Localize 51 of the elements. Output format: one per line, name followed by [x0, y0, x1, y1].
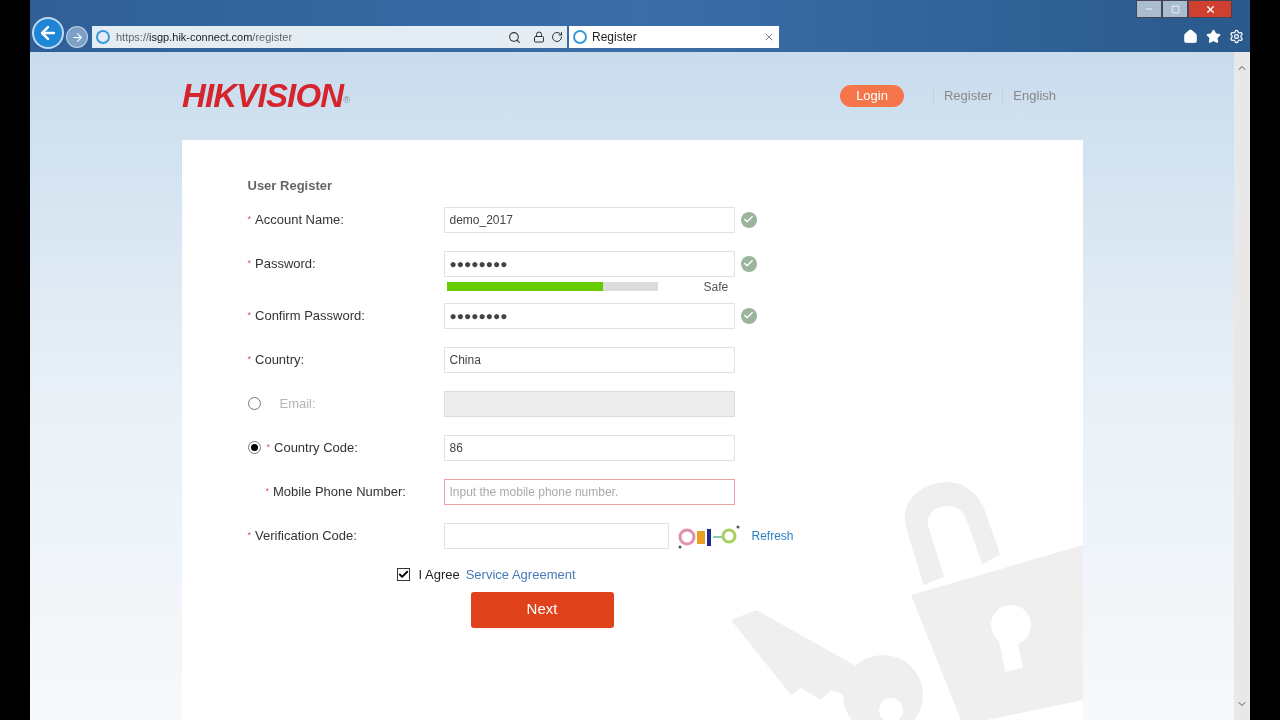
required-asterisk: * — [247, 352, 251, 366]
lock-icon — [533, 31, 545, 43]
required-asterisk: * — [247, 308, 251, 322]
form-title: User Register — [247, 177, 334, 195]
restore-icon — [1170, 4, 1180, 14]
forward-arrow-icon — [70, 30, 84, 44]
service-agreement-link[interactable]: Service Agreement — [465, 564, 576, 585]
required-asterisk: * — [247, 256, 251, 270]
home-icon[interactable] — [1183, 29, 1198, 44]
forward-button[interactable] — [66, 26, 88, 48]
favorites-icon[interactable] — [1206, 29, 1221, 44]
field-label: Mobile Phone Number: — [273, 482, 406, 501]
browser-icon — [573, 30, 587, 44]
required-asterisk: * — [266, 440, 270, 454]
input-field[interactable]: 86 — [443, 434, 735, 461]
search-icon[interactable] — [508, 30, 521, 44]
field-label: Password: — [255, 254, 316, 273]
input-field[interactable]: ●●●●●●●● — [443, 302, 735, 329]
input-field[interactable]: ●●●●●●●● — [443, 250, 735, 277]
close-icon — [1204, 3, 1216, 15]
close-button[interactable] — [1188, 0, 1232, 18]
agree-label: I Agree — [418, 565, 460, 584]
settings-icon[interactable] — [1229, 29, 1244, 44]
tab-title: Register — [592, 29, 637, 46]
input-field[interactable]: China — [443, 346, 735, 373]
browser-tab[interactable]: Register — [569, 26, 779, 48]
restore-button[interactable] — [1162, 0, 1188, 18]
verification-code-field[interactable] — [443, 522, 669, 549]
field-label: Verification Code: — [255, 526, 357, 545]
required-asterisk: * — [247, 528, 251, 542]
required-asterisk: * — [265, 484, 269, 498]
minimize-button[interactable] — [1136, 0, 1162, 18]
required-asterisk: * — [247, 212, 251, 226]
refresh-link[interactable]: Refresh — [751, 526, 794, 545]
url-text: https://isgp.hik-connect.com/register — [116, 29, 293, 45]
address-bar[interactable]: https://isgp.hik-connect.com/register — [92, 26, 567, 48]
close-icon[interactable] — [763, 31, 775, 43]
field-label: Country: — [255, 350, 305, 369]
next-button[interactable]: Next — [470, 591, 614, 628]
agree-checkbox[interactable] — [396, 568, 410, 581]
field-label: Country Code: — [274, 438, 358, 457]
refresh-icon[interactable] — [551, 31, 563, 43]
browser-icon — [96, 30, 110, 44]
field-label: Account Name: — [255, 210, 344, 229]
strength-reading: Safe — [703, 278, 729, 296]
radio-button[interactable] — [247, 441, 261, 454]
field-label: Email: — [279, 394, 316, 413]
input-field[interactable]: demo_2017 — [443, 206, 735, 233]
field-label: Confirm Password: — [255, 306, 365, 325]
back-button[interactable] — [32, 17, 64, 49]
logo: HIKVISION$^{®}$ — [182, 76, 350, 117]
